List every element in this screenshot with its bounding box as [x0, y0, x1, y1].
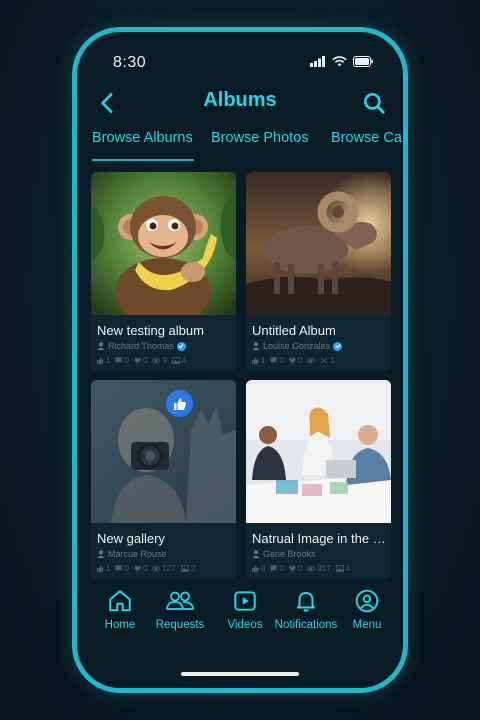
- like-badge-icon[interactable]: [166, 390, 193, 417]
- user-icon: [97, 550, 105, 558]
- heart-icon: [289, 357, 296, 364]
- status-bar: 8:30: [77, 32, 403, 84]
- tab-browse-albums[interactable]: Browse Alburns: [92, 130, 193, 146]
- album-thumbnail-camera: [91, 380, 236, 523]
- view-icon: [307, 565, 316, 572]
- user-icon: [97, 342, 105, 350]
- photo-icon: [335, 565, 344, 572]
- author-name: Marcue Rouse: [108, 549, 167, 559]
- like-icon: [97, 357, 104, 364]
- like-icon: [252, 357, 259, 364]
- photo-icon: [171, 357, 180, 364]
- verified-badge-icon: [176, 341, 186, 351]
- users-icon: [166, 591, 194, 610]
- comment-icon: [115, 357, 122, 364]
- view-icon: [307, 357, 316, 364]
- album-author: Gene Brooks: [252, 549, 316, 559]
- album-title: New gallery: [97, 531, 165, 546]
- profile-circle-icon: [355, 589, 379, 613]
- album-author: Louise Gonzales: [252, 341, 343, 351]
- heart-icon: [134, 565, 141, 572]
- album-thumbnail-ram: [246, 172, 391, 315]
- author-name: Richard Thomas: [108, 341, 174, 351]
- home-indicator[interactable]: [181, 672, 299, 676]
- photo-icon: [180, 565, 189, 572]
- signal-icon: [310, 56, 325, 67]
- album-stats: 1 0 0 127 2: [97, 564, 195, 573]
- tab-browse-categories[interactable]: Browse Ca: [331, 130, 402, 146]
- album-stats: 1 0 0 9 4: [97, 356, 186, 365]
- video-play-icon: [234, 591, 256, 611]
- bell-icon: [296, 591, 316, 612]
- verified-badge-icon: [333, 341, 343, 351]
- heart-icon: [289, 565, 296, 572]
- album-card[interactable]: New gallery Marcue Rouse 1 0 0 127 2: [91, 380, 236, 579]
- nav-menu[interactable]: Menu: [332, 588, 402, 631]
- comment-icon: [270, 565, 277, 572]
- nav-menu-label: Menu: [352, 619, 382, 631]
- album-author: Marcue Rouse: [97, 549, 167, 559]
- search-icon[interactable]: [361, 90, 387, 116]
- author-name: Louise Gonzales: [263, 341, 331, 351]
- tab-browse-photos[interactable]: Browse Photos: [211, 130, 309, 146]
- phone-frame: 8:30 Albums Browse Alburns Browse Photos…: [72, 27, 408, 693]
- nav-requests[interactable]: Requests: [145, 588, 215, 631]
- user-icon: [252, 342, 260, 350]
- heart-icon: [134, 357, 141, 364]
- album-card[interactable]: New testing album Richard Thomas 1 0 0 9…: [91, 172, 236, 371]
- user-icon: [252, 550, 260, 558]
- like-icon: [97, 565, 104, 572]
- status-time: 8:30: [113, 54, 147, 71]
- album-thumbnail-monkey: [91, 172, 236, 315]
- home-icon: [109, 590, 131, 612]
- active-tab-indicator: [92, 159, 194, 161]
- album-title: Untitled Album: [252, 323, 336, 338]
- like-icon: [252, 565, 259, 572]
- nav-requests-label: Requests: [155, 619, 205, 631]
- album-stats: 1 0 0 1: [252, 356, 335, 365]
- author-name: Gene Brooks: [263, 549, 316, 559]
- view-icon: [152, 357, 161, 364]
- view-icon: [152, 565, 161, 572]
- album-title: Natrual Image in the w..: [252, 531, 388, 546]
- app-header: Albums: [77, 84, 403, 120]
- tab-bar: Browse Alburns Browse Photos Browse Ca: [77, 124, 403, 164]
- status-icons: [310, 56, 373, 67]
- album-author: Richard Thomas: [97, 341, 186, 351]
- comment-icon: [270, 357, 277, 364]
- bottom-navigation: Home Requests Videos Notifications Menu: [77, 588, 403, 648]
- album-title: New testing album: [97, 323, 204, 338]
- hidden-icon: [321, 357, 328, 364]
- album-card[interactable]: Natrual Image in the w.. Gene Brooks 0 0…: [246, 380, 391, 579]
- comment-icon: [115, 565, 122, 572]
- wifi-icon: [332, 56, 347, 67]
- page-title: Albums: [203, 89, 277, 111]
- album-card[interactable]: Untitled Album Louise Gonzales 1 0 0 1: [246, 172, 391, 371]
- album-stats: 0 0 0 917 4: [252, 564, 350, 573]
- battery-icon: [353, 56, 373, 67]
- album-thumbnail-meeting: [246, 380, 391, 523]
